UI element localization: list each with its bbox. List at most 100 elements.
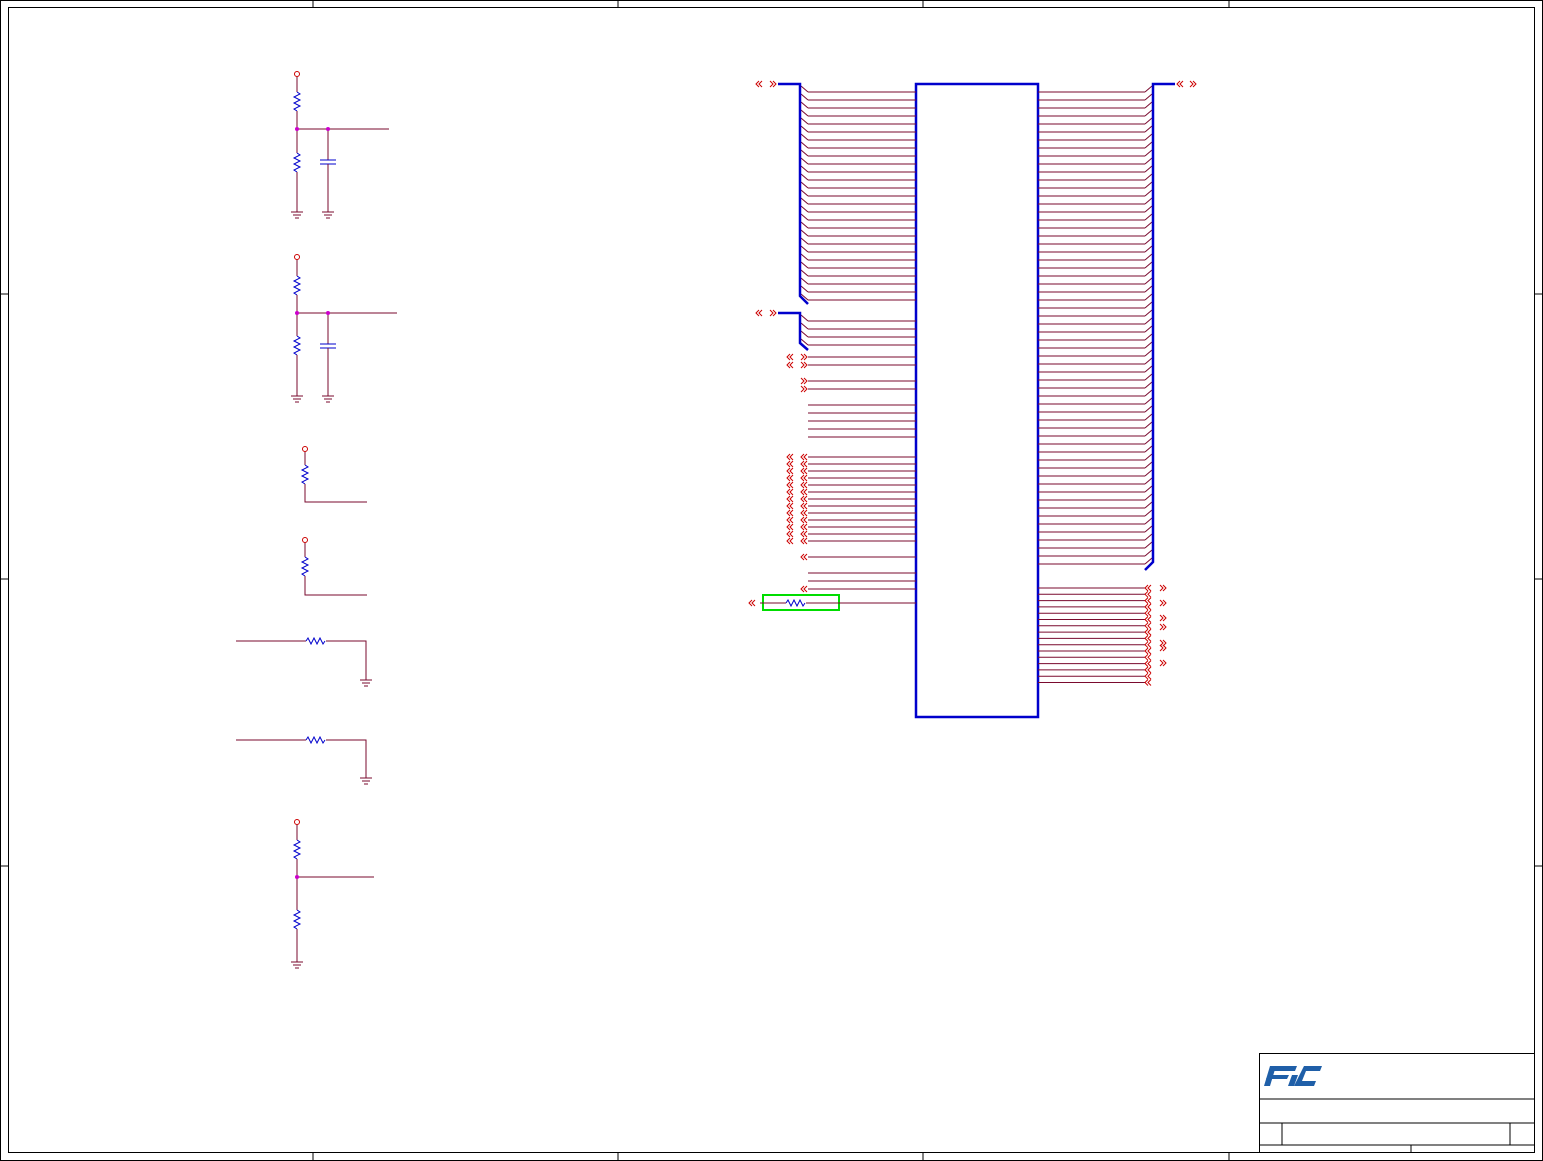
port-marker-icon[interactable] [1144,597,1152,604]
bus-entry [1144,365,1153,373]
port-marker-icon[interactable] [1144,635,1152,642]
port-marker-icon[interactable] [800,353,808,361]
bus-entry [800,245,809,253]
port-marker-icon[interactable] [1144,647,1152,655]
port-marker-icon[interactable] [1144,679,1152,686]
bus-entry [1144,517,1153,525]
port-marker-icon[interactable] [1144,584,1152,592]
port-marker-icon[interactable] [786,530,794,538]
port-marker-icon[interactable] [1159,614,1167,622]
port-marker-icon[interactable] [1159,599,1167,607]
bus-entry [1144,213,1153,221]
bus-entry [1144,373,1153,381]
bus-entry [1144,349,1153,357]
port-marker-icon[interactable] [800,585,808,593]
bus-entry [1144,309,1153,317]
port-marker-icon[interactable] [786,467,794,475]
bus-entry [1144,461,1153,469]
bus-entry [1144,141,1153,149]
bus-entry [1144,181,1153,189]
port-marker-icon[interactable] [1144,622,1152,630]
port-marker-icon[interactable] [786,353,794,361]
port-marker-icon[interactable] [800,460,808,468]
port-marker-icon[interactable] [1159,584,1167,592]
port-marker-icon[interactable] [1144,653,1152,661]
port-marker-icon[interactable] [800,385,808,393]
bus-entry [800,253,809,261]
left-bus-port-icon[interactable] [769,80,777,88]
port-marker-icon[interactable] [786,516,794,524]
port-marker-icon[interactable] [800,474,808,482]
bus-entry [1144,549,1153,557]
bus-entry [1144,397,1153,405]
left-bus-port-icon[interactable] [755,80,763,88]
port-marker-icon[interactable] [800,553,808,561]
bus-entry [1144,117,1153,125]
bus-entry [1144,453,1153,461]
junction-icon [295,875,299,879]
port-marker-icon[interactable] [800,361,808,369]
bus-entry [1144,133,1153,141]
port-marker-icon[interactable] [800,502,808,510]
port-marker-icon[interactable] [786,509,794,517]
port-marker-icon[interactable] [1159,623,1167,631]
port-marker-icon[interactable] [748,599,756,607]
port-marker-icon[interactable] [800,537,808,545]
bus-entry [1144,109,1153,117]
port-marker-icon[interactable] [1144,609,1152,617]
port-marker-icon[interactable] [800,488,808,496]
port-marker-icon[interactable] [1159,659,1167,667]
bus-entry [1144,197,1153,205]
divider-circuit-3 [291,819,374,969]
ground-icon [291,395,303,403]
port-marker-icon[interactable] [800,530,808,538]
port-marker-icon[interactable] [786,474,794,482]
port-marker-icon[interactable] [786,502,794,510]
port-marker-icon[interactable] [800,495,808,503]
bus-entry [1144,221,1153,229]
port-marker-icon[interactable] [786,481,794,489]
port-marker-icon[interactable] [800,481,808,489]
port-marker-icon[interactable] [786,495,794,503]
left-bus-port-icon[interactable] [755,309,763,317]
inner-border [8,7,1535,1153]
connector-body [914,82,1040,719]
left-bus-port-icon[interactable] [769,309,777,317]
port-marker-icon[interactable] [800,467,808,475]
port-marker-icon[interactable] [786,361,794,369]
port-marker-icon[interactable] [1144,660,1152,667]
bus-entry [1144,525,1153,533]
port-marker-icon[interactable] [1144,590,1152,598]
port-marker-icon[interactable] [1144,666,1152,674]
port-marker-icon[interactable] [1144,641,1152,649]
port-marker-icon[interactable] [800,453,808,461]
pulldown-circuit-2 [236,735,372,785]
port-marker-icon[interactable] [786,460,794,468]
bus-entry [1144,293,1153,301]
right-bus-port-icon[interactable] [1176,80,1184,88]
port-marker-icon[interactable] [786,488,794,496]
port-marker-icon[interactable] [786,523,794,531]
port-marker-icon[interactable] [1144,603,1152,611]
bus-entry [1144,261,1153,269]
wire [304,576,367,596]
bus-entry [800,322,809,330]
port-marker-icon[interactable] [1144,616,1152,623]
right-bus-port-icon[interactable] [1189,80,1197,88]
bus-entry [1144,173,1153,181]
port-marker-icon[interactable] [800,523,808,531]
port-marker-icon[interactable] [800,509,808,517]
port-marker-icon[interactable] [786,537,794,545]
left-port-markers [748,80,808,607]
capacitor-icon [320,159,336,165]
bus-entry [800,85,809,93]
port-marker-icon[interactable] [1144,672,1152,680]
bus-entry [800,125,809,133]
port-marker-icon[interactable] [1144,628,1152,636]
port-marker-icon[interactable] [800,377,808,385]
port-marker-icon[interactable] [800,516,808,524]
resistor-icon [305,735,326,745]
bus-entry [1144,493,1153,501]
bus-entry [800,213,809,221]
port-marker-icon[interactable] [786,453,794,461]
